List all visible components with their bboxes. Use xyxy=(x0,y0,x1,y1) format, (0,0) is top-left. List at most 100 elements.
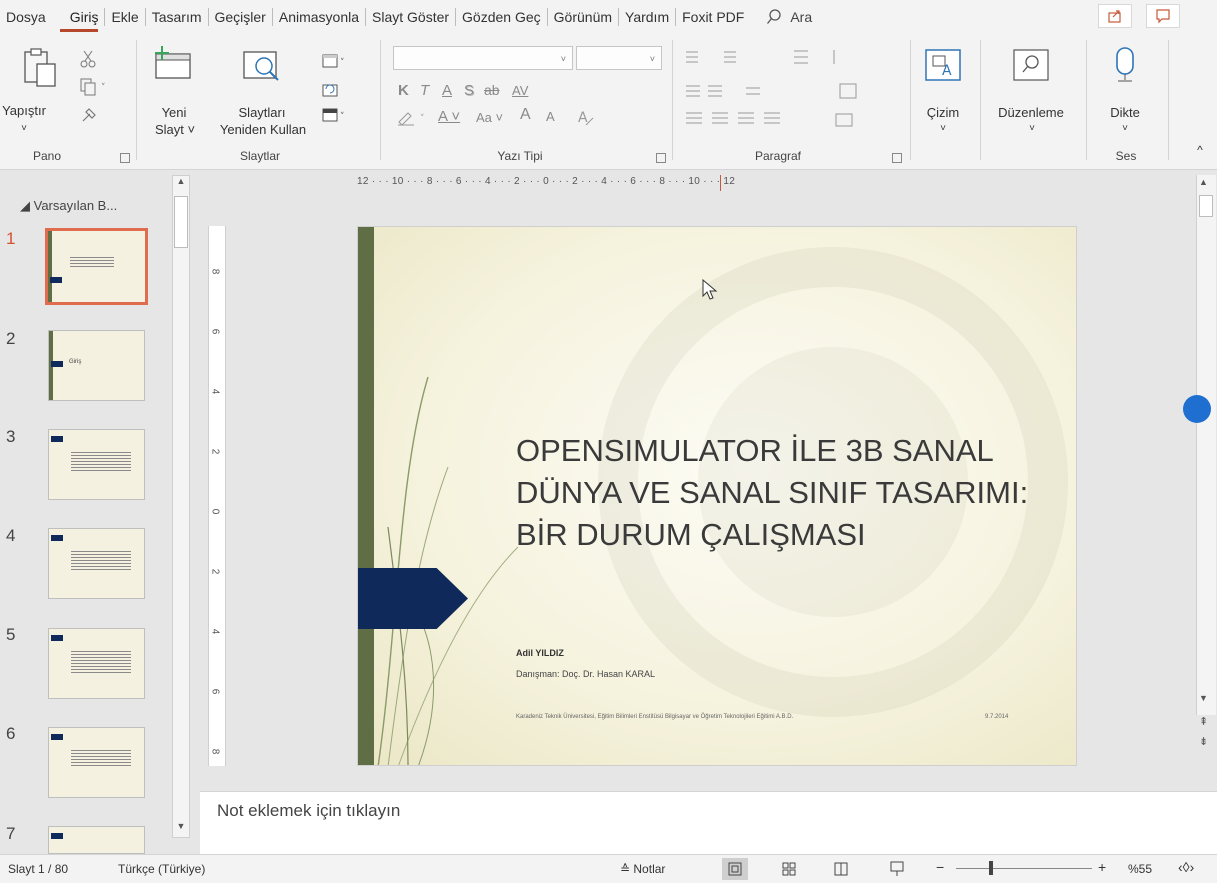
copy-icon[interactable]: ˅ xyxy=(80,78,110,99)
shrink-font-button[interactable]: A xyxy=(546,108,555,125)
notes-toggle-button[interactable]: ≙ Notlar xyxy=(620,862,665,876)
scroll-thumb[interactable] xyxy=(174,196,188,248)
vertical-ruler: 8 6 4 2 0 2 4 6 8 xyxy=(208,226,226,766)
tab-gecisler[interactable]: Geçişler xyxy=(209,0,272,34)
new-slide-dropdown[interactable]: Slayt ˅ xyxy=(148,121,202,138)
grow-font-button[interactable]: A xyxy=(520,106,531,123)
slide-thumbnail-3[interactable] xyxy=(48,429,145,500)
zoom-level[interactable]: %55 xyxy=(1128,862,1152,876)
zoom-in-button[interactable]: + xyxy=(1098,859,1106,875)
section-header[interactable]: ◢ Varsayılan B... xyxy=(20,198,117,214)
section-icon[interactable]: ˅ xyxy=(322,108,350,127)
collapse-ribbon-chevron-up-icon[interactable]: ^ xyxy=(1190,142,1210,159)
slideshow-button[interactable] xyxy=(884,858,910,880)
slide-advisor[interactable]: Danışman: Doç. Dr. Hasan KARAL xyxy=(516,669,655,679)
paste-button[interactable]: Yapıştır xyxy=(0,102,48,119)
tab-dosya[interactable]: Dosya xyxy=(0,0,52,34)
cut-icon[interactable] xyxy=(80,50,96,71)
dropbox-badge-icon[interactable] xyxy=(1183,395,1211,423)
paragraph-tools-row2[interactable] xyxy=(684,82,914,105)
comments-button[interactable] xyxy=(1146,4,1180,28)
alignment-buttons[interactable] xyxy=(684,110,914,133)
tab-foxit-pdf[interactable]: Foxit PDF xyxy=(676,0,750,34)
scroll-up-arrow-icon[interactable]: ▲ xyxy=(1199,177,1208,187)
change-case-button[interactable]: Aa ˅ xyxy=(476,109,503,126)
drawing-dropdown[interactable]: ˅ xyxy=(933,120,953,137)
paragraph-tools-row1[interactable] xyxy=(684,48,914,71)
editor-scrollbar[interactable]: ▲ ▼ xyxy=(1183,175,1216,715)
svg-text:A: A xyxy=(578,110,588,126)
language-indicator[interactable]: Türkçe (Türkiye) xyxy=(118,862,205,876)
reuse-slides-icon xyxy=(240,48,284,87)
new-slide-button-text[interactable]: Yeni xyxy=(154,104,194,121)
pano-launcher[interactable] xyxy=(120,153,130,163)
thumbnail-scrollbar[interactable]: ▲ ▼ xyxy=(172,175,190,838)
slide-footer[interactable]: Karadeniz Teknik Üniversitesi, Eğitim Bi… xyxy=(516,714,793,720)
status-bar: Slayt 1 / 80 Türkçe (Türkiye) ≙ Notlar −… xyxy=(0,854,1217,883)
paragraph-launcher[interactable] xyxy=(892,153,902,163)
italic-button[interactable]: T xyxy=(420,82,429,99)
slide-counter[interactable]: Slayt 1 / 80 xyxy=(8,862,68,876)
notes-placeholder: Not eklemek için tıklayın xyxy=(217,801,401,820)
editing-button[interactable]: Düzenleme xyxy=(988,104,1074,121)
tab-gorunum[interactable]: Görünüm xyxy=(548,0,618,34)
clear-format-icon[interactable]: A xyxy=(576,108,596,129)
slide-thumbnail-2[interactable]: Giriş xyxy=(48,330,145,401)
dictate-dropdown[interactable]: ˅ xyxy=(1115,120,1135,137)
slide-thumbnail-5[interactable] xyxy=(48,628,145,699)
next-slide-icon[interactable]: ⇟ xyxy=(1199,735,1208,748)
slide-sorter-button[interactable] xyxy=(776,858,802,880)
zoom-slider[interactable] xyxy=(956,868,1092,869)
reset-slide-icon[interactable] xyxy=(322,82,340,101)
font-name-combo[interactable]: ˅ xyxy=(393,46,573,70)
font-size-combo[interactable]: ˅ xyxy=(576,46,662,70)
bold-button[interactable]: K xyxy=(398,82,409,99)
previous-slide-icon[interactable]: ⇞ xyxy=(1199,715,1208,728)
shadow-button[interactable]: S xyxy=(464,82,474,99)
slide-number-1: 1 xyxy=(6,229,16,248)
slide-author[interactable]: Adil YILDIZ xyxy=(516,648,564,658)
dictate-button[interactable]: Dikte xyxy=(1100,104,1150,121)
slide-canvas[interactable]: OPENSIMULATOR İLE 3B SANAL DÜNYA VE SANA… xyxy=(357,226,1077,766)
tab-tasarim[interactable]: Tasarım xyxy=(146,0,208,34)
slide-thumbnail-7[interactable] xyxy=(48,826,145,854)
font-launcher[interactable] xyxy=(656,153,666,163)
scroll-up-arrow-icon[interactable]: ▲ xyxy=(174,176,188,190)
editor-scroll-thumb[interactable] xyxy=(1199,195,1213,217)
search-box[interactable]: Ara xyxy=(766,9,812,25)
tab-giris[interactable]: Giriş xyxy=(52,0,105,34)
highlight-icon[interactable]: ˅ xyxy=(396,108,436,129)
tab-slayt-goster[interactable]: Slayt Göster xyxy=(366,0,455,34)
underline-button[interactable]: A xyxy=(442,82,452,99)
char-spacing-button[interactable]: AV xyxy=(512,82,528,99)
editing-dropdown[interactable]: ˅ xyxy=(1022,120,1042,137)
tab-ekle[interactable]: Ekle xyxy=(105,0,144,34)
slide-thumbnail-1[interactable] xyxy=(45,228,148,305)
notes-pane[interactable]: Not eklemek için tıklayın xyxy=(200,791,1217,854)
drawing-button[interactable]: Çizim xyxy=(915,104,971,121)
tab-animasyonlar[interactable]: Animasyonla xyxy=(273,0,365,34)
reuse-slides-text1[interactable]: Slaytları xyxy=(222,104,302,121)
fit-to-window-icon[interactable]: ‹◊› xyxy=(1178,859,1194,875)
group-label-slaytlar: Slaytlar xyxy=(239,149,280,163)
slide-thumbnail-4[interactable] xyxy=(48,528,145,599)
scroll-down-arrow-icon[interactable]: ▼ xyxy=(174,821,188,835)
share-button[interactable] xyxy=(1098,4,1132,28)
slide-thumbnail-6[interactable] xyxy=(48,727,145,798)
strikethrough-button[interactable]: ab xyxy=(484,82,500,99)
zoom-out-button[interactable]: − xyxy=(936,859,944,875)
paste-dropdown[interactable]: ˅ xyxy=(14,120,34,137)
scroll-down-arrow-icon[interactable]: ▼ xyxy=(1199,693,1208,703)
slide-title[interactable]: OPENSIMULATOR İLE 3B SANAL DÜNYA VE SANA… xyxy=(516,430,1036,556)
normal-view-button[interactable] xyxy=(722,858,748,880)
slide-date[interactable]: 9.7.2014 xyxy=(985,714,1008,720)
font-color-button[interactable]: A ˅ xyxy=(438,108,460,125)
reuse-slides-text2[interactable]: Yeniden Kullan xyxy=(208,121,318,138)
format-painter-icon[interactable] xyxy=(80,106,98,127)
zoom-slider-thumb[interactable] xyxy=(989,861,993,875)
reading-view-button[interactable] xyxy=(828,858,854,880)
tab-yardim[interactable]: Yardım xyxy=(619,0,675,34)
layout-icon[interactable]: ˅ xyxy=(322,54,350,73)
tab-gozden-gecir[interactable]: Gözden Geç xyxy=(456,0,547,34)
svg-text:˅: ˅ xyxy=(101,83,106,93)
